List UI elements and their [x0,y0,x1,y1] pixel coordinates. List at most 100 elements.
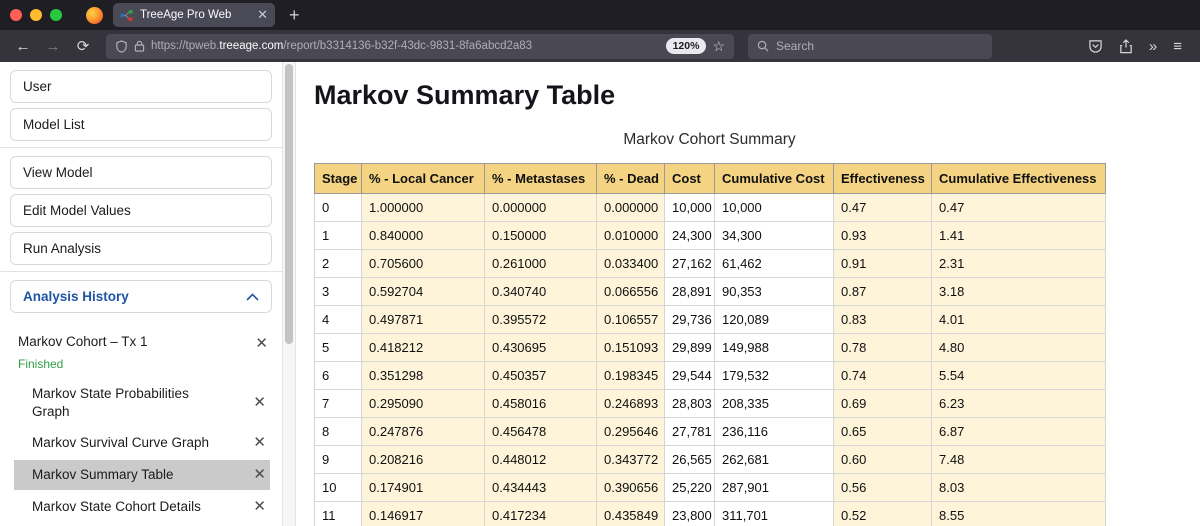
history-item-state-cohort-details[interactable]: Markov State Cohort Details ✕ [14,492,270,522]
table-cell: 262,681 [714,445,834,474]
table-cell: 0.65 [833,417,932,446]
share-icon[interactable] [1119,38,1133,54]
lock-icon[interactable] [134,40,145,52]
table-cell: 0.351298 [361,361,485,390]
table-cell: 0.106557 [596,305,665,334]
table-cell: 0.497871 [361,305,485,334]
table-cell: 3.18 [931,277,1106,306]
table-cell: 23,800 [664,501,715,526]
table-cell: 90,353 [714,277,834,306]
table-cell: 11 [314,501,362,526]
column-header: % - Metastases [484,163,597,194]
table-row: 8 0.247876 0.456478 0.295646 27,781 236,116 0.… [314,417,1106,446]
profile-avatar-icon[interactable] [86,6,103,24]
table-cell: 120,089 [714,305,834,334]
minimize-window-button[interactable] [30,9,42,21]
maximize-window-button[interactable] [50,9,62,21]
url-domain: treeage.com [219,40,284,52]
table-cell: 8.55 [931,501,1106,526]
sidebar-item-user[interactable]: User [10,70,272,103]
sidebar-item-model-list[interactable]: Model List [10,108,272,141]
table-header-row: Stage% - Local Cancer% - Metastases% - D… [314,163,1106,194]
markov-summary-table: Stage% - Local Cancer% - Metastases% - D… [314,163,1106,526]
table-cell: 29,544 [664,361,715,390]
table-cell: 6.87 [931,417,1106,446]
pocket-icon[interactable] [1088,39,1103,53]
table-cell: 0.295090 [361,389,485,418]
shield-icon[interactable] [115,39,128,53]
table-cell: 0.60 [833,445,932,474]
close-icon[interactable]: ✕ [245,393,266,413]
sidebar-item-edit-model-values[interactable]: Edit Model Values [10,194,272,227]
table-cell: 0.83 [833,305,932,334]
search-icon [757,40,769,52]
table-row: 6 0.351298 0.450357 0.198345 29,544 179,532 0.… [314,361,1106,390]
close-window-button[interactable] [10,9,22,21]
new-tab-button[interactable]: + [289,5,300,26]
table-cell: 0.033400 [596,249,665,278]
history-item-state-probabilities-graph[interactable]: Markov State Probabilities Graph ✕ [14,380,270,426]
sidebar-item-label: View Model [23,165,93,180]
sidebar-scrollbar[interactable] [283,62,296,526]
history-item-survival-curve-graph[interactable]: Markov Survival Curve Graph ✕ [14,428,270,458]
table-cell: 0.418212 [361,333,485,362]
table-row: 10 0.174901 0.434443 0.390656 25,220 287,901 0… [314,473,1106,502]
search-bar[interactable]: Search [748,33,992,59]
address-bar[interactable]: https://tpweb.treeage.com/report/b331413… [106,33,734,59]
back-button[interactable]: ← [10,38,36,55]
table-cell: 0.343772 [596,445,665,474]
table-cell: 8 [314,417,362,446]
close-icon[interactable]: ✕ [245,497,266,517]
table-cell: 1 [314,221,362,250]
overflow-chevrons-icon[interactable]: » [1149,38,1157,55]
reload-button[interactable]: ⟳ [70,37,96,55]
table-cell: 1.41 [931,221,1106,250]
tab-close-icon[interactable]: ✕ [257,7,268,23]
table-row: 1 0.840000 0.150000 0.010000 24,300 34,300 0.9… [314,221,1106,250]
url-text: https://tpweb.treeage.com/report/b331413… [151,40,660,52]
table-cell: 27,162 [664,249,715,278]
status-badge: Finished [18,356,64,371]
table-cell: 9 [314,445,362,474]
table-cell: 1.000000 [361,193,485,222]
table-cell: 4.80 [931,333,1106,362]
treeage-favicon [120,9,133,21]
table-cell: 4.01 [931,305,1106,334]
table-cell: 0.395572 [484,305,597,334]
close-icon[interactable]: ✕ [245,433,266,453]
sidebar-item-run-analysis[interactable]: Run Analysis [10,232,272,265]
table-cell: 0.151093 [596,333,665,362]
table-row: 3 0.592704 0.340740 0.066556 28,891 90,353 0.8… [314,277,1106,306]
table-cell: 311,701 [714,501,834,526]
browser-window: TreeAge Pro Web ✕ + ← → ⟳ https://tpweb.… [0,0,1200,526]
table-cell: 0.150000 [484,221,597,250]
table-cell: 27,781 [664,417,715,446]
bookmark-star-icon[interactable]: ☆ [712,38,725,55]
table-cell: 0.705600 [361,249,485,278]
browser-tab[interactable]: TreeAge Pro Web ✕ [113,3,275,27]
history-root-item[interactable]: Markov Cohort – Tx 1 ✕ [0,330,282,356]
table-cell: 0.592704 [361,277,485,306]
table-cell: 0.146917 [361,501,485,526]
table-row: 0 1.000000 0.000000 0.000000 10,000 10,000 0.4… [314,193,1106,222]
table-cell: 0.435849 [596,501,665,526]
menu-icon[interactable]: ≡ [1173,38,1182,55]
table-cell: 24,300 [664,221,715,250]
history-item-summary-table[interactable]: Markov Summary Table ✕ [14,459,270,490]
table-cell: 0.840000 [361,221,485,250]
zoom-level-badge[interactable]: 120% [665,38,707,54]
table-cell: 26,565 [664,445,715,474]
page-body: User Model List View Model Edit Model Va… [0,62,1200,526]
table-cell: 0.198345 [596,361,665,390]
table-cell: 0.174901 [361,473,485,502]
table-cell: 0.246893 [596,389,665,418]
sidebar-item-view-model[interactable]: View Model [10,156,272,189]
forward-button[interactable]: → [40,38,66,55]
close-icon[interactable]: ✕ [247,334,268,354]
table-cell: 0.261000 [484,249,597,278]
scrollbar-thumb[interactable] [285,64,293,344]
close-icon[interactable]: ✕ [245,465,266,485]
table-cell: 0.87 [833,277,932,306]
table-cell: 29,736 [664,305,715,334]
sidebar-item-analysis-history[interactable]: Analysis History [10,280,272,313]
